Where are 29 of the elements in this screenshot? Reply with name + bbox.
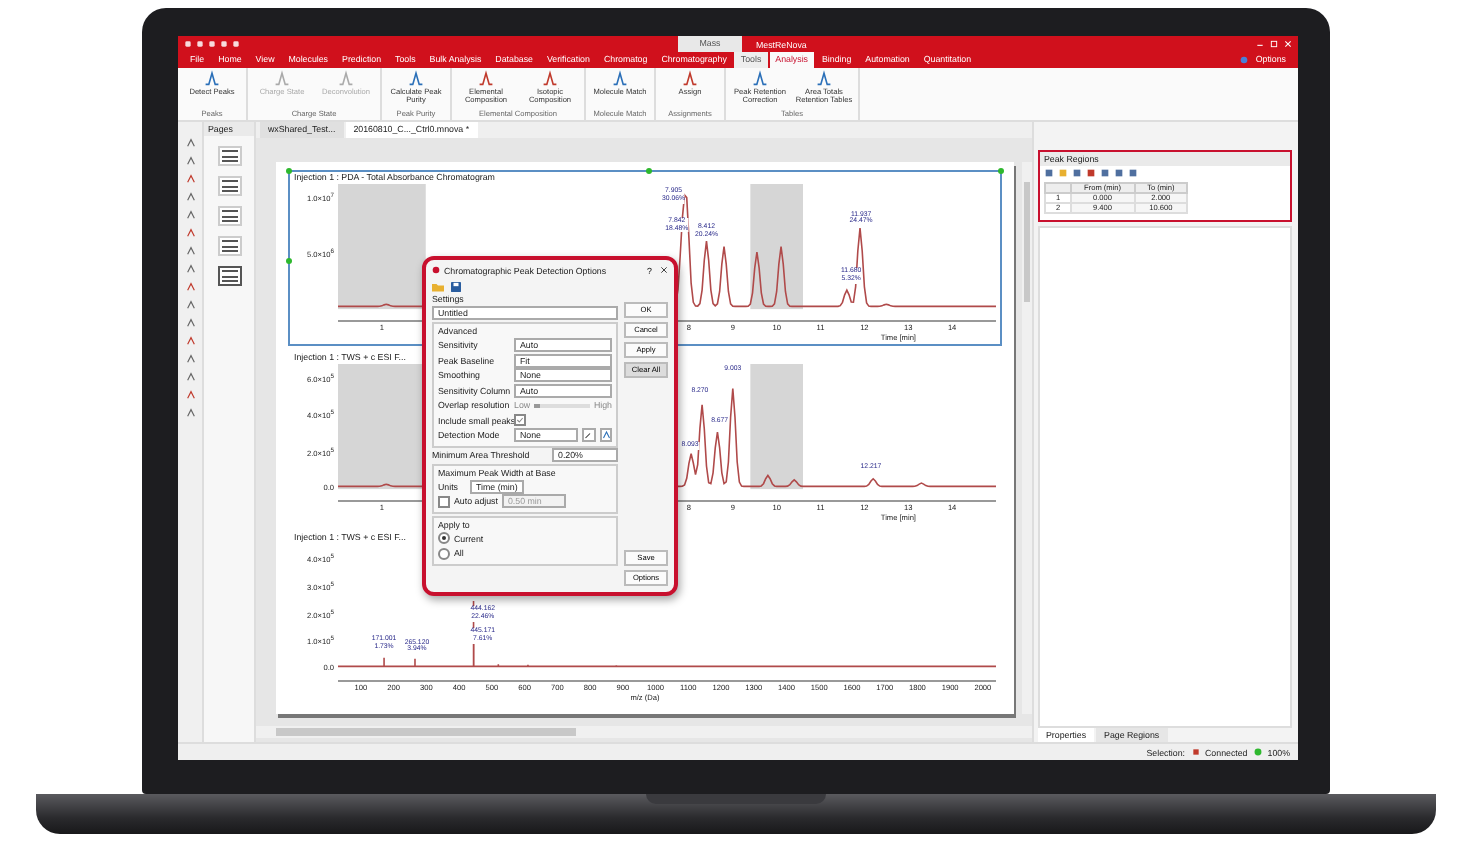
maximize-icon[interactable] <box>1270 40 1278 48</box>
peak-chart-icon <box>542 70 558 86</box>
vertical-scrollbar[interactable] <box>1022 162 1032 714</box>
save-icon[interactable] <box>450 281 462 291</box>
peak-chart-icon <box>682 70 698 86</box>
page-thumbnail[interactable] <box>217 266 241 286</box>
peak-chart-icon <box>204 70 220 86</box>
pipette-icon[interactable] <box>582 428 595 442</box>
radio-button[interactable] <box>438 532 450 544</box>
peak-chart-icon <box>408 70 424 86</box>
peak-chart-icon <box>338 70 354 86</box>
close-icon[interactable] <box>660 266 668 274</box>
peak-chart-icon <box>612 70 628 86</box>
minimize-icon[interactable] <box>1256 40 1264 48</box>
peak-chart-icon <box>478 70 494 86</box>
checkbox[interactable] <box>514 414 526 426</box>
peak-chart-icon <box>816 70 832 86</box>
radio-button[interactable] <box>438 547 450 559</box>
checkbox[interactable] <box>438 495 450 507</box>
peak-region-shading <box>750 184 803 310</box>
peak-tool-icon[interactable] <box>599 428 612 442</box>
horizontal-scrollbar[interactable] <box>256 726 1032 738</box>
peak-region-shading <box>338 184 426 310</box>
peak-region-shading <box>338 364 426 490</box>
app-logo-icon <box>432 266 440 274</box>
peak-chart-icon <box>274 70 290 86</box>
peak-region-shading <box>750 364 803 490</box>
peak-chart-icon <box>752 70 768 86</box>
status-icon[interactable] <box>1191 748 1200 756</box>
